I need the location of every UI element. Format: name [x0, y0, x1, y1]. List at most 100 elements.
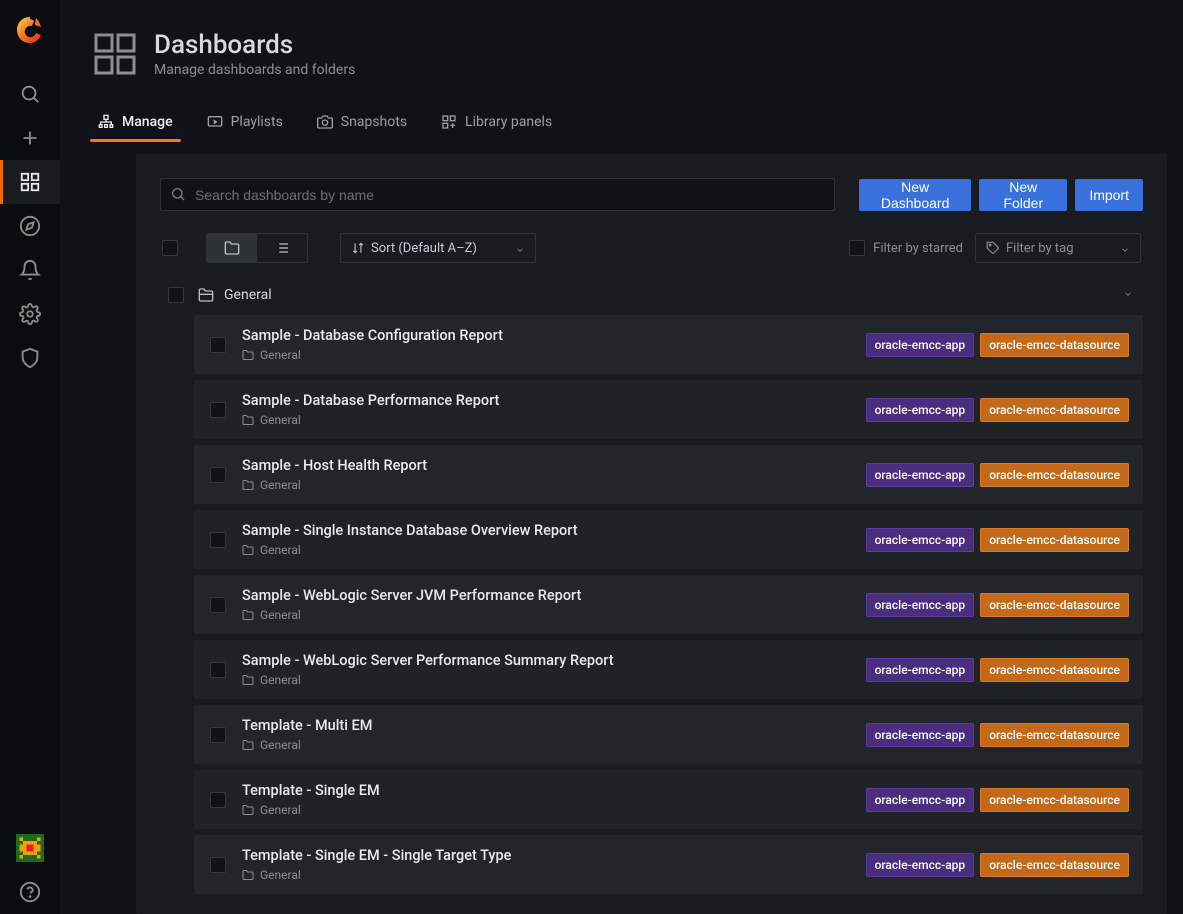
row-checkbox[interactable] [210, 467, 226, 483]
import-button[interactable]: Import [1075, 179, 1143, 211]
row-checkbox[interactable] [210, 727, 226, 743]
filter-tag-select[interactable]: Filter by tag [975, 233, 1141, 263]
row-title: Sample - Database Performance Report [242, 392, 499, 409]
row-tags: oracle-emcc-apporacle-emcc-datasource [866, 658, 1129, 682]
tag[interactable]: oracle-emcc-app [866, 658, 975, 682]
row-checkbox[interactable] [210, 337, 226, 353]
tag[interactable]: oracle-emcc-datasource [980, 853, 1129, 877]
row-checkbox[interactable] [210, 792, 226, 808]
starred-label: Filter by starred [873, 241, 963, 256]
tag-filter-label: Filter by tag [1006, 241, 1074, 256]
folder-checkbox[interactable] [168, 287, 184, 303]
row-folder: General [242, 348, 503, 362]
row-title: Template - Single EM - Single Target Typ… [242, 847, 511, 864]
row-title: Template - Single EM [242, 782, 380, 799]
nav-alerts[interactable] [0, 248, 60, 292]
row-main[interactable]: Template - Single EM - Single Target Typ… [242, 847, 511, 882]
dashboard-row[interactable]: Template - Single EM - Single Target Typ… [194, 835, 1143, 894]
tab-manage[interactable]: Manage [94, 106, 177, 140]
tag[interactable]: oracle-emcc-app [866, 853, 975, 877]
grafana-logo[interactable] [14, 14, 46, 46]
nav-user-avatar[interactable] [0, 826, 60, 870]
row-checkbox[interactable] [210, 597, 226, 613]
nav-help[interactable] [0, 870, 60, 914]
row-main[interactable]: Sample - Single Instance Database Overvi… [242, 522, 578, 557]
chevron-down-icon [1120, 244, 1130, 254]
tag[interactable]: oracle-emcc-datasource [980, 788, 1129, 812]
dashboard-row[interactable]: Sample - WebLogic Server Performance Sum… [194, 640, 1143, 699]
chevron-down-icon [515, 244, 525, 254]
dashboard-row[interactable]: Sample - Host Health ReportGeneral oracle… [194, 445, 1143, 504]
dashboard-row[interactable]: Sample - WebLogic Server JVM Performance… [194, 575, 1143, 634]
tag[interactable]: oracle-emcc-datasource [980, 528, 1129, 552]
row-tags: oracle-emcc-apporacle-emcc-datasource [866, 593, 1129, 617]
new-dashboard-button[interactable]: New Dashboard [859, 179, 971, 211]
dashboard-row[interactable]: Sample - Database Performance Report Gene… [194, 380, 1143, 439]
folder-open-icon [198, 287, 214, 303]
row-title: Sample - WebLogic Server JVM Performance… [242, 587, 581, 604]
tag[interactable]: oracle-emcc-app [866, 788, 975, 812]
tag[interactable]: oracle-emcc-datasource [980, 333, 1129, 357]
tag[interactable]: oracle-emcc-datasource [980, 398, 1129, 422]
dashboard-row[interactable]: Template - Multi EMGeneral oracle-emcc-ap… [194, 705, 1143, 764]
tab-snapshots[interactable]: Snapshots [313, 106, 411, 140]
dashboard-row[interactable]: Template - Single EMGeneral oracle-emcc-a… [194, 770, 1143, 829]
page-header: Dashboards Manage dashboards and folders [60, 0, 1183, 78]
dashboard-list: Sample - Database Configuration ReportGe… [160, 315, 1143, 894]
chevron-down-icon [1123, 287, 1133, 303]
row-checkbox[interactable] [210, 662, 226, 678]
tag[interactable]: oracle-emcc-app [866, 398, 975, 422]
filter-row: Sort (Default A–Z) Filter by starred Fil… [160, 233, 1143, 263]
view-toggle [206, 233, 308, 263]
left-sidebar [0, 0, 60, 914]
nav-dashboards[interactable] [0, 160, 60, 204]
select-all-checkbox[interactable] [162, 240, 178, 256]
tag[interactable]: oracle-emcc-app [866, 593, 975, 617]
search-input[interactable] [160, 178, 835, 211]
view-list-button[interactable] [257, 234, 307, 262]
tab-playlists[interactable]: Playlists [203, 106, 287, 140]
tag[interactable]: oracle-emcc-datasource [980, 658, 1129, 682]
row-main[interactable]: Sample - WebLogic Server Performance Sum… [242, 652, 614, 687]
row-folder: General [242, 413, 499, 427]
dashboard-row[interactable]: Sample - Database Configuration ReportGe… [194, 315, 1143, 374]
nav-settings[interactable] [0, 292, 60, 336]
tag[interactable]: oracle-emcc-app [866, 333, 975, 357]
new-folder-button[interactable]: New Folder [979, 179, 1067, 211]
tag[interactable]: oracle-emcc-datasource [980, 463, 1129, 487]
row-tags: oracle-emcc-apporacle-emcc-datasource [866, 528, 1129, 552]
row-main[interactable]: Template - Single EMGeneral [242, 782, 380, 817]
sort-select[interactable]: Sort (Default A–Z) [340, 233, 536, 263]
filter-starred[interactable]: Filter by starred [849, 240, 963, 256]
folder-row-general[interactable]: General [160, 281, 1143, 313]
row-checkbox[interactable] [210, 857, 226, 873]
dashboard-row[interactable]: Sample - Single Instance Database Overvi… [194, 510, 1143, 569]
nav-explore[interactable] [0, 204, 60, 248]
row-main[interactable]: Sample - Database Configuration ReportGe… [242, 327, 503, 362]
row-checkbox[interactable] [210, 532, 226, 548]
row-main[interactable]: Template - Multi EMGeneral [242, 717, 372, 752]
row-title: Sample - WebLogic Server Performance Sum… [242, 652, 614, 669]
tag[interactable]: oracle-emcc-app [866, 723, 975, 747]
tab-label: Snapshots [341, 114, 407, 130]
starred-checkbox[interactable] [849, 240, 865, 256]
row-main[interactable]: Sample - Host Health ReportGeneral [242, 457, 427, 492]
page-title: Dashboards [154, 30, 355, 60]
row-checkbox[interactable] [210, 402, 226, 418]
row-main[interactable]: Sample - WebLogic Server JVM Performance… [242, 587, 581, 622]
nav-create[interactable] [0, 116, 60, 160]
row-tags: oracle-emcc-apporacle-emcc-datasource [866, 723, 1129, 747]
tag[interactable]: oracle-emcc-app [866, 463, 975, 487]
view-folders-button[interactable] [207, 234, 257, 262]
nav-admin[interactable] [0, 336, 60, 380]
tag[interactable]: oracle-emcc-app [866, 528, 975, 552]
search-icon [170, 186, 186, 202]
row-folder: General [242, 608, 581, 622]
row-title: Template - Multi EM [242, 717, 372, 734]
tag[interactable]: oracle-emcc-datasource [980, 593, 1129, 617]
tab-library-panels[interactable]: Library panels [437, 106, 556, 140]
row-main[interactable]: Sample - Database Performance Report Gene… [242, 392, 499, 427]
nav-search[interactable] [0, 72, 60, 116]
tab-label: Library panels [465, 114, 552, 130]
tag[interactable]: oracle-emcc-datasource [980, 723, 1129, 747]
